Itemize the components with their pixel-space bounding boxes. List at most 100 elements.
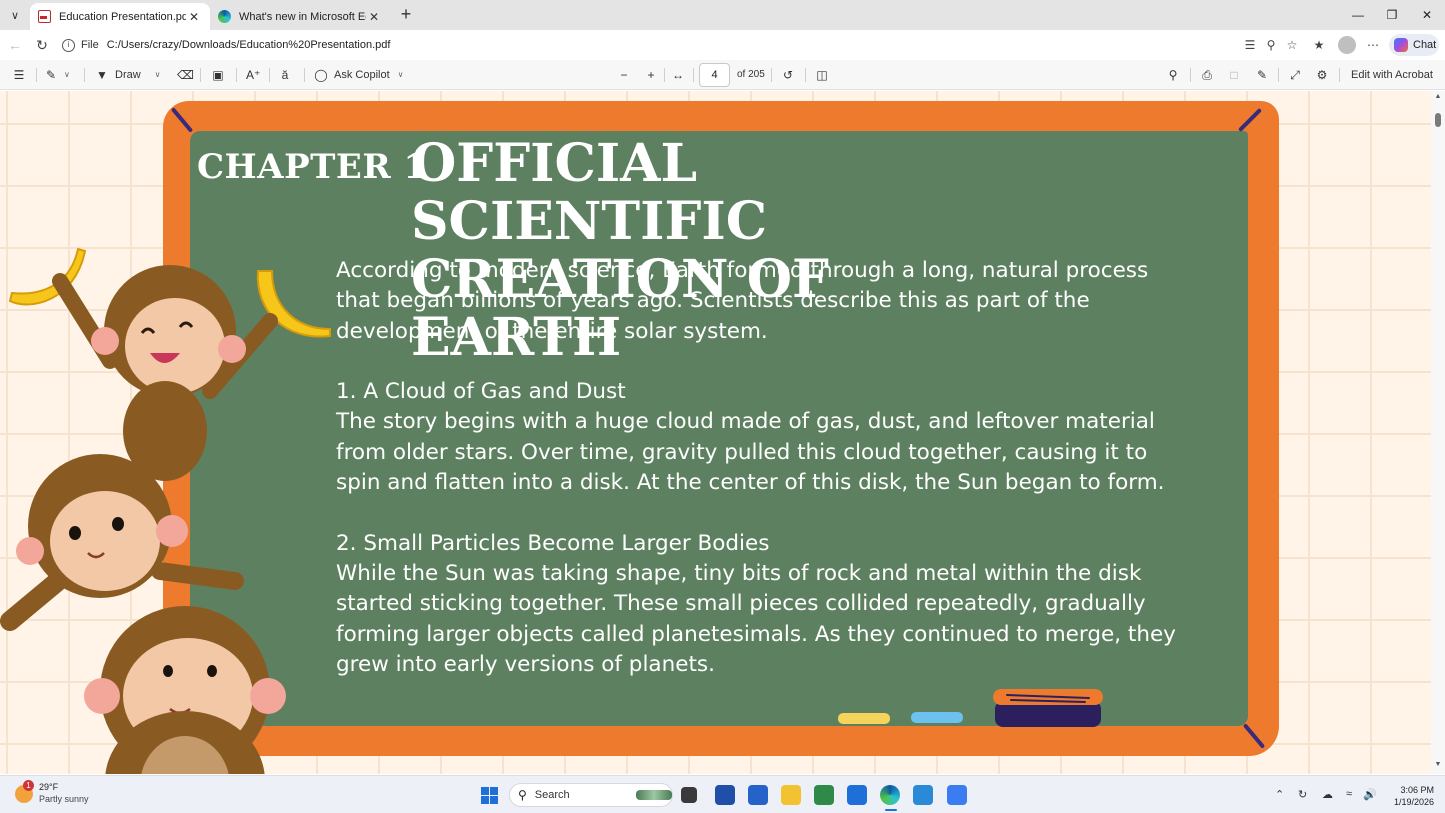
draw-button[interactable]: ▼ Draw ∨: [95, 67, 160, 83]
read-aloud-button[interactable]: A⁺: [246, 67, 266, 83]
pdf-toolbar: ☰ ✎ ∨ ▼ Draw ∨ ⌫ ▣ A⁺ ă ◯ Ask Copilot ∨ −…: [0, 60, 1445, 90]
address-bar[interactable]: i File C:/Users/crazy/Downloads/Educatio…: [56, 34, 1310, 56]
favorites-icon[interactable]: ★: [1311, 37, 1327, 53]
weather-sun-icon: 1: [15, 779, 34, 803]
weather-widget[interactable]: 1 29°F Partly sunny: [15, 779, 89, 805]
sync-icon[interactable]: ↻: [1298, 788, 1307, 801]
divider: [236, 68, 237, 82]
highlight-button[interactable]: ✎ ∨: [44, 67, 70, 83]
section-line: spin and flatten into a disk. At the cen…: [336, 470, 1165, 496]
outlook-icon[interactable]: [847, 785, 867, 805]
start-button[interactable]: [481, 787, 498, 804]
list-icon: ☰: [13, 68, 25, 82]
info-icon[interactable]: i: [62, 38, 75, 52]
volume-icon[interactable]: 🔊: [1363, 788, 1377, 801]
app-icon[interactable]: [748, 785, 768, 805]
wifi-icon[interactable]: ≈: [1346, 788, 1352, 800]
tab-education-presentation[interactable]: Education Presentation.pdf ✕: [30, 3, 210, 30]
close-tab-icon[interactable]: ✕: [186, 10, 202, 24]
page-view-icon: ◫: [816, 68, 828, 82]
profile-avatar[interactable]: [1338, 36, 1356, 54]
ask-copilot-label: Ask Copilot: [334, 69, 390, 81]
divider: [304, 68, 305, 82]
clock[interactable]: 3:06 PM 1/19/2026: [1384, 784, 1434, 808]
close-tab-icon[interactable]: ✕: [366, 10, 382, 24]
pinned-app-icon[interactable]: [947, 785, 967, 805]
text-box-icon: ▣: [212, 68, 224, 82]
erase-button[interactable]: ⌫: [177, 67, 197, 83]
save-as-icon: ✎: [1256, 68, 1268, 82]
url-text[interactable]: C:/Users/crazy/Downloads/Education%20Pre…: [107, 39, 391, 51]
vertical-scrollbar[interactable]: ▲ ▼: [1431, 91, 1445, 774]
immersive-reader-icon[interactable]: ☰: [1242, 37, 1258, 53]
spreadsheet-app-icon[interactable]: [814, 785, 834, 805]
page-view-button[interactable]: ◫: [815, 67, 835, 83]
print-button[interactable]: ⎙: [1200, 67, 1220, 83]
zoom-out-button[interactable]: −: [617, 67, 637, 83]
search-highlight-icon: [636, 790, 672, 800]
copilot-outline-icon: ◯: [314, 68, 328, 82]
contents-button[interactable]: ☰: [12, 67, 32, 83]
show-hidden-icons[interactable]: ⌃: [1275, 788, 1284, 801]
active-indicator: [885, 809, 897, 811]
zoom-in-button[interactable]: +: [644, 67, 664, 83]
divider: [269, 68, 270, 82]
back-button[interactable]: ←: [6, 36, 24, 54]
edge-icon[interactable]: [880, 785, 900, 805]
scroll-thumb[interactable]: [1435, 113, 1441, 127]
tab-title: What's new in Microsoft Edge: [239, 10, 366, 23]
task-view-icon[interactable]: [681, 787, 697, 803]
ask-copilot-button[interactable]: ◯ Ask Copilot ∨: [314, 67, 403, 83]
copilot-icon: [1394, 38, 1408, 52]
chat-label: Chat: [1413, 39, 1437, 51]
divider: [664, 68, 665, 82]
close-window-button[interactable]: ✕: [1410, 0, 1444, 30]
refresh-button[interactable]: ↻: [33, 36, 51, 54]
read-aloud-icon: A⁺: [246, 68, 261, 82]
tab-whats-new-edge[interactable]: What's new in Microsoft Edge ✕: [210, 3, 390, 30]
rotate-button[interactable]: ↺: [781, 67, 801, 83]
zoom-icon[interactable]: ⚲: [1263, 37, 1279, 53]
draw-label: Draw: [115, 69, 141, 81]
pinned-app-icon[interactable]: [913, 785, 933, 805]
restore-button[interactable]: ❐: [1375, 0, 1409, 30]
print-icon: ⎙: [1202, 68, 1212, 82]
section-line: While the Sun was taking shape, tiny bit…: [336, 560, 1142, 586]
scroll-up-icon[interactable]: ▲: [1434, 93, 1442, 100]
save-button[interactable]: □: [1227, 67, 1247, 83]
chalk-eraser-icon: [993, 689, 1103, 727]
onedrive-cloud-icon[interactable]: ☁: [1322, 788, 1333, 801]
page-total: of 205: [737, 69, 765, 80]
fullscreen-button[interactable]: ⤢: [1288, 67, 1308, 83]
section-line: The story begins with a huge cloud made …: [336, 409, 1155, 435]
yellow-chalk-icon: [838, 713, 890, 724]
save-as-button[interactable]: ✎: [1255, 67, 1275, 83]
tab-actions-menu-icon[interactable]: ∨: [5, 5, 25, 25]
address-row: ← ↻ i File C:/Users/crazy/Downloads/Educ…: [0, 30, 1445, 60]
settings-button[interactable]: ⚙: [1315, 67, 1335, 83]
search-button[interactable]: ⚲: [1166, 67, 1186, 83]
page-number-input[interactable]: 4: [699, 63, 730, 87]
more-options-icon[interactable]: ⋯: [1365, 37, 1381, 53]
file-explorer-icon[interactable]: [781, 785, 801, 805]
taskbar: 1 29°F Partly sunny ⚲ Search ⌃ ↻ ☁ ≈ 🔊 3…: [0, 775, 1445, 813]
date: 1/19/2026: [1393, 797, 1434, 807]
tab-title: Education Presentation.pdf: [59, 10, 186, 23]
pdf-page-viewport[interactable]: CHAPTER 1 OFFICIAL SCIENTIFIC CREATION O…: [0, 91, 1431, 774]
scroll-down-icon[interactable]: ▼: [1434, 761, 1442, 768]
minimize-button[interactable]: —: [1341, 0, 1375, 30]
new-tab-button[interactable]: +: [396, 5, 416, 25]
translate-button[interactable]: ă: [278, 67, 298, 83]
section-line: from older stars. Over time, gravity pul…: [336, 439, 1148, 465]
eraser-icon: ⌫: [177, 68, 194, 82]
divider: [1278, 68, 1279, 82]
translate-icon: ă: [281, 68, 289, 82]
edit-with-acrobat-button[interactable]: Edit with Acrobat: [1351, 67, 1433, 83]
fit-page-button[interactable]: ↔: [671, 67, 691, 83]
chat-button[interactable]: Chat: [1389, 34, 1439, 56]
intro-line: development of the entire solar system.: [336, 318, 768, 344]
store-icon[interactable]: [715, 785, 735, 805]
search-label: Search: [534, 789, 570, 801]
add-text-button[interactable]: ▣: [211, 67, 231, 83]
favorite-star-icon[interactable]: ☆: [1284, 37, 1300, 53]
